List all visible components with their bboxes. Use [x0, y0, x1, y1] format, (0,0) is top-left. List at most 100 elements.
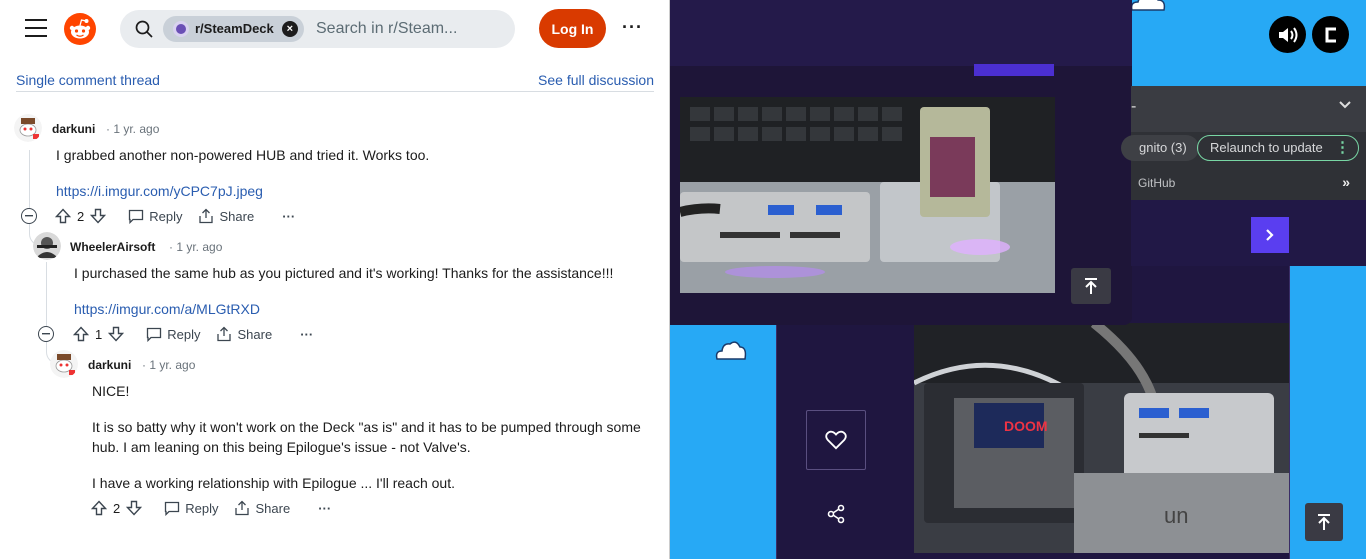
- share-label: Share: [237, 326, 273, 342]
- upvote-icon[interactable]: [73, 326, 89, 342]
- minus-icon: [25, 215, 33, 217]
- thread-bar: Single comment thread See full discussio…: [16, 72, 654, 92]
- speaker-icon: [1278, 26, 1297, 43]
- reply-label: Reply: [149, 208, 183, 224]
- snoo-avatar-icon: [50, 350, 78, 378]
- comment-timestamp: · 1 yr. ago: [169, 240, 223, 254]
- upvote-icon[interactable]: [91, 500, 107, 516]
- more-vertical-icon[interactable]: ⋮: [1335, 136, 1350, 159]
- reply-button[interactable]: Reply: [146, 327, 200, 342]
- arrow-up-icon: [1318, 514, 1330, 530]
- reddit-logo[interactable]: [64, 13, 96, 45]
- avatar[interactable]: [14, 114, 42, 142]
- comment-icon: [147, 327, 162, 342]
- vote-count: 1: [95, 326, 103, 342]
- upvote-icon[interactable]: [55, 208, 71, 224]
- chevron-down-icon[interactable]: [1338, 100, 1352, 110]
- next-button[interactable]: [1251, 217, 1289, 253]
- usb-hub-photo-1: [680, 97, 1055, 293]
- comment-author[interactable]: WheelerAirsoft: [70, 240, 155, 254]
- relaunch-label: Relaunch to update: [1210, 140, 1323, 155]
- github-bookmark[interactable]: GitHub: [1138, 176, 1175, 190]
- usb-hub-photo-2: DOOM un: [914, 323, 1289, 553]
- reply-button[interactable]: Reply: [164, 501, 218, 516]
- comment-icon: [165, 501, 180, 516]
- vote-count: 2: [77, 208, 85, 224]
- avatar[interactable]: [50, 350, 78, 378]
- share-icon: [199, 208, 214, 224]
- subreddit-chip[interactable]: r/SteamDeck ×: [163, 16, 304, 42]
- comment-actions: 2 Reply Share ···: [91, 498, 331, 518]
- comment-icon: [129, 209, 144, 224]
- comment-author[interactable]: darkuni: [88, 358, 131, 372]
- comment-body: I have a working relationship with Epilo…: [92, 475, 455, 491]
- favorite-button[interactable]: [806, 410, 866, 470]
- comment-link[interactable]: https://i.imgur.com/yCPC7pJ.jpeg: [56, 183, 263, 199]
- subreddit-avatar: [173, 21, 189, 37]
- chevron-right-icon: [1266, 229, 1274, 241]
- menu-icon[interactable]: [25, 19, 47, 39]
- share-label: Share: [219, 208, 255, 224]
- avatar[interactable]: [33, 232, 61, 260]
- reply-button[interactable]: Reply: [128, 209, 182, 224]
- popup-header: -: [1131, 86, 1366, 132]
- comment-body: It is so batty why it won't work on the …: [92, 419, 641, 455]
- subreddit-name: r/SteamDeck: [195, 21, 274, 36]
- share-icon: [235, 500, 250, 516]
- comment-timestamp: · 1 yr. ago: [106, 122, 160, 136]
- bracket-icon: [1325, 27, 1336, 42]
- browser-update-popup: - gnito (3) Relaunch to update ⋮ GitHub …: [1121, 86, 1366, 266]
- comment-actions: 2 Reply Share ···: [55, 206, 295, 226]
- fullscreen-button[interactable]: [1312, 16, 1349, 53]
- downvote-icon[interactable]: [108, 326, 125, 342]
- search-bar[interactable]: r/SteamDeck ×: [120, 10, 515, 48]
- search-input[interactable]: [316, 19, 506, 39]
- popup-footer: [1131, 200, 1366, 266]
- incognito-pill[interactable]: gnito (3): [1121, 135, 1199, 161]
- svg-text:un: un: [1164, 503, 1188, 528]
- more-options-icon[interactable]: ···: [622, 17, 643, 38]
- collapse-thread-button[interactable]: [38, 326, 54, 342]
- comment-body: I purchased the same hub as you pictured…: [74, 265, 614, 281]
- scroll-to-top-button[interactable]: [1305, 503, 1343, 541]
- purple-button-edge[interactable]: [974, 64, 1054, 76]
- comment-more-button[interactable]: ···: [300, 327, 313, 342]
- comment-actions: 1 Reply Share ···: [73, 324, 313, 344]
- minus-icon: [42, 333, 50, 335]
- thread-line: [46, 262, 47, 326]
- login-button[interactable]: Log In: [539, 9, 606, 48]
- comment-author[interactable]: darkuni: [52, 122, 95, 136]
- comment-timestamp: · 1 yr. ago: [142, 358, 196, 372]
- gallery-card-header: [670, 0, 1132, 66]
- thread-line: [29, 150, 30, 208]
- share-button[interactable]: Share: [198, 208, 254, 224]
- share-label: Share: [255, 500, 291, 516]
- bookmarks-overflow-icon[interactable]: »: [1342, 174, 1350, 190]
- svg-text:DOOM: DOOM: [1004, 418, 1048, 434]
- downvote-icon[interactable]: [90, 208, 107, 224]
- share-icon[interactable]: [826, 504, 846, 524]
- share-button[interactable]: Share: [234, 500, 290, 516]
- collapse-thread-button[interactable]: [21, 208, 37, 224]
- comment-link[interactable]: https://imgur.com/a/MLGtRXD: [74, 301, 260, 317]
- comment-more-button[interactable]: ···: [318, 501, 331, 516]
- comment-body: I grabbed another non-powered HUB and tr…: [56, 147, 430, 163]
- user-avatar-icon: [33, 232, 61, 260]
- downvote-icon[interactable]: [126, 500, 143, 516]
- see-full-discussion-link[interactable]: See full discussion: [538, 72, 654, 88]
- comment-more-button[interactable]: ···: [282, 209, 295, 224]
- reply-label: Reply: [185, 500, 219, 516]
- sound-toggle-button[interactable]: [1269, 16, 1306, 53]
- reply-label: Reply: [167, 326, 201, 342]
- snoo-avatar-icon: [14, 114, 42, 142]
- scroll-to-top-button[interactable]: [1071, 268, 1111, 304]
- reddit-window: r/SteamDeck × Log In ··· Single comment …: [0, 0, 670, 559]
- popup-dash: -: [1131, 98, 1137, 115]
- cloud-decoration: [1130, 0, 1166, 11]
- search-icon: [135, 20, 153, 38]
- reddit-alien-icon: [69, 19, 91, 39]
- relaunch-update-button[interactable]: Relaunch to update ⋮: [1197, 135, 1359, 161]
- share-icon: [217, 326, 232, 342]
- share-button[interactable]: Share: [216, 326, 272, 342]
- close-icon[interactable]: ×: [281, 21, 298, 37]
